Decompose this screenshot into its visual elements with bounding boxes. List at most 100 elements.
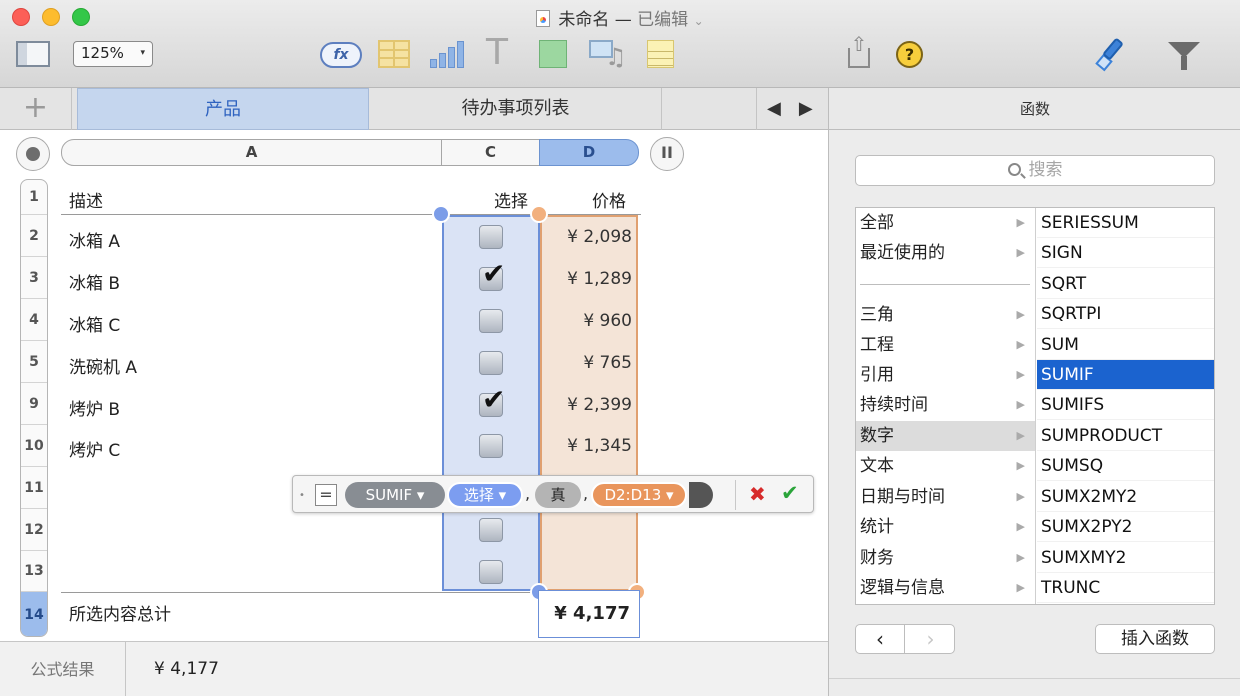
function-item[interactable]: SUM [1037,330,1214,360]
checkbox-unchecked[interactable] [479,351,503,375]
comment-icon[interactable] [647,40,674,68]
insert-function-button[interactable]: 插入函数 [1095,624,1215,654]
function-item[interactable]: SQRTPI [1037,299,1214,329]
price-cell[interactable]: ¥ 2,098 [542,227,632,247]
checkbox-unchecked[interactable] [479,434,503,458]
range-handle[interactable] [530,205,548,223]
share-icon[interactable]: ⇧ [846,32,872,70]
price-cell[interactable]: ¥ 1,345 [542,436,632,456]
text-box-icon[interactable]: T [486,35,516,71]
category-item[interactable]: 三角 ▶ [856,300,1035,330]
category-item[interactable]: 持续时间 ▶ [856,390,1035,420]
checkbox-unchecked[interactable] [479,560,503,584]
range-token-price[interactable]: D2:D13 ▾ [591,482,687,508]
filter-icon[interactable] [1168,42,1200,70]
function-item[interactable]: SUMX2PY2 [1037,512,1214,542]
column-header-c[interactable]: C [441,139,540,166]
help-icon[interactable]: ? [896,41,923,68]
category-item[interactable]: 逻辑与信息 ▶ [856,573,1035,603]
category-item-selected[interactable]: 数字 ▶ [856,421,1035,451]
column-resize-handle[interactable]: II [650,137,684,171]
zoom-select[interactable]: 125% ▾ [73,41,153,67]
insert-formula-icon[interactable]: fx [320,42,362,68]
desc-cell[interactable]: 冰箱 A [69,227,120,252]
row-header[interactable]: 5 [21,341,47,383]
price-cell[interactable]: ¥ 2,399 [542,395,632,415]
tab-products[interactable]: 产品 [77,88,369,130]
function-item[interactable]: SERIESSUM [1037,208,1214,238]
window-title[interactable]: 未命名 — 已编辑 ⌄ [0,5,1240,30]
function-item[interactable]: SUMPRODUCT [1037,421,1214,451]
header-price[interactable]: 价格 [592,187,626,212]
price-cell[interactable]: ¥ 1,289 [542,269,632,289]
function-item[interactable]: SIGN [1037,238,1214,268]
desc-cell[interactable]: 洗碗机 A [69,353,137,378]
function-search-input[interactable]: 搜索 [855,155,1215,186]
row-header[interactable]: 9 [21,383,47,425]
desc-cell[interactable]: 冰箱 C [69,311,120,336]
range-token-select[interactable]: 选择 ▾ [447,482,523,508]
category-item[interactable]: 工程 ▶ [856,330,1035,360]
back-button[interactable]: ‹ [856,625,905,653]
row-header[interactable]: 4 [21,299,47,341]
row-header[interactable]: 12 [21,509,47,551]
checkbox-unchecked[interactable] [479,309,503,333]
add-sheet-button[interactable]: + [0,88,72,130]
desc-cell[interactable]: 冰箱 B [69,269,120,294]
function-item[interactable]: SUMXMY2 [1037,543,1214,573]
function-item[interactable]: SUMX2MY2 [1037,482,1214,512]
function-item[interactable]: TRUNC [1037,573,1214,603]
category-item[interactable]: 统计 ▶ [856,512,1035,542]
function-token[interactable]: SUMIF ▾ [345,482,445,508]
format-brush-icon[interactable] [1092,37,1130,72]
table-icon[interactable] [378,40,410,68]
row-header[interactable]: 13 [21,551,47,592]
header-select[interactable]: 选择 [494,187,528,212]
desc-cell[interactable]: 烤炉 B [69,395,120,420]
row-header-selected[interactable]: 14 [21,592,47,636]
checkbox-unchecked[interactable] [479,518,503,542]
equals-icon[interactable]: = [315,484,337,506]
row-header[interactable]: 1 [21,180,47,215]
category-item[interactable]: 文本 ▶ [856,451,1035,481]
row-header[interactable]: 11 [21,467,47,509]
forward-button[interactable]: › [906,625,955,653]
column-header-d[interactable]: D [539,139,639,166]
checkbox-unchecked[interactable] [479,225,503,249]
sidebar-view-icon[interactable] [16,41,50,67]
function-item[interactable]: SUMSQ [1037,451,1214,481]
category-list[interactable]: 全部 ▶ 最近使用的 ▶ 三角 ▶ 工程 ▶ 引用 ▶ 持续时间 ▶ 数字 ▶ 文本 ▶ 日期与… [856,208,1036,604]
function-item[interactable]: SUMIFS [1037,390,1214,420]
function-item-selected[interactable]: SUMIF [1037,360,1214,390]
tab-scroll-buttons[interactable]: ◀▶ [756,88,828,130]
checkbox-checked[interactable]: ✔ [479,257,505,291]
total-label[interactable]: 所选内容总计 [69,600,171,625]
shape-icon[interactable] [539,40,567,68]
drag-handle[interactable]: • [299,490,305,501]
price-cell[interactable]: ¥ 765 [542,353,632,373]
row-header[interactable]: 10 [21,425,47,467]
cancel-formula-button[interactable]: ✖ [749,482,766,506]
category-item[interactable]: 日期与时间 ▶ [856,482,1035,512]
price-cell[interactable]: ¥ 960 [542,311,632,331]
row-header[interactable]: 3 [21,257,47,299]
column-header-a[interactable]: A [61,139,442,166]
function-item[interactable]: SQRT [1037,269,1214,299]
category-item[interactable]: 全部 ▶ [856,208,1035,238]
row-header[interactable]: 2 [21,215,47,257]
accept-formula-button[interactable]: ✔ [781,481,799,505]
chart-icon[interactable] [430,40,464,68]
checkbox-checked[interactable]: ✔ [479,383,505,417]
category-item[interactable]: 最近使用的 ▶ [856,238,1035,268]
media-icon[interactable]: ♫ [589,40,627,70]
value-token-true[interactable]: 真 [535,482,581,508]
range-handle[interactable] [432,205,450,223]
header-desc[interactable]: 描述 [69,187,103,212]
chevron-down-icon[interactable]: ⌄ [694,14,704,28]
function-list[interactable]: SERIESSUM SIGN SQRT SQRTPI SUM SUMIF SUM… [1037,208,1214,604]
desc-cell[interactable]: 烤炉 C [69,436,120,461]
table-select-handle[interactable] [16,137,50,171]
formula-editor[interactable]: • = SUMIF ▾ 选择 ▾ , 真 , D2:D13 ▾ ✖ ✔ [292,475,814,513]
tab-todo-list[interactable]: 待办事项列表 [370,88,662,130]
category-item[interactable]: 财务 ▶ [856,543,1035,573]
